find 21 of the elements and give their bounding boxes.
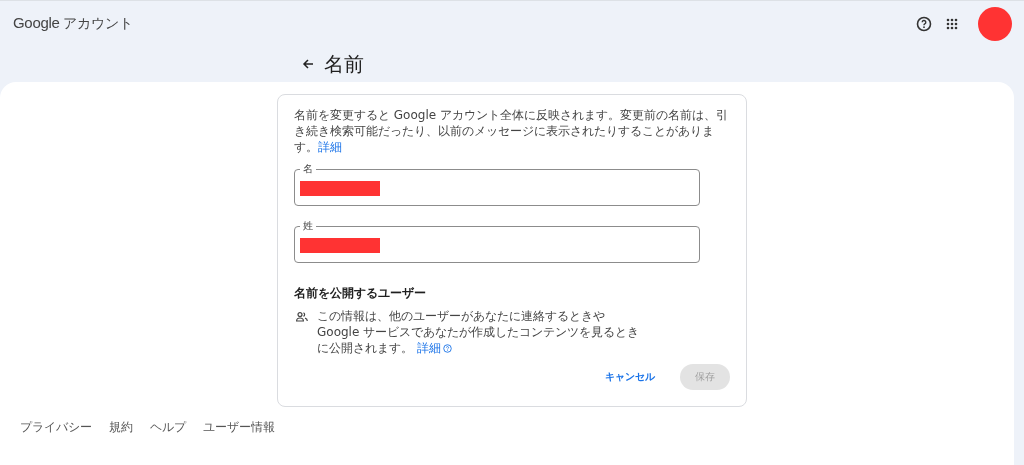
avatar[interactable] bbox=[978, 6, 1012, 41]
footer-link[interactable]: 規約 bbox=[109, 419, 133, 436]
apps-grid-icon[interactable] bbox=[946, 17, 958, 30]
help-icon[interactable] bbox=[916, 15, 932, 32]
product-name: アカウント bbox=[62, 15, 133, 33]
learn-more-link[interactable]: 詳細 bbox=[416, 341, 452, 355]
help-circle-icon[interactable] bbox=[442, 344, 452, 353]
footer-link[interactable]: ヘルプ bbox=[150, 419, 186, 436]
footer-link[interactable]: ユーザー情報 bbox=[203, 419, 275, 436]
section-heading: 名前を公開するユーザー bbox=[294, 285, 427, 302]
intro-text: 名前を変更すると Google アカウント全体に反映されます。変更前の名前は、引き続き検索可能だったり、以前のメッセージに表示されたりすることがあります。詳細 bbox=[294, 107, 729, 155]
people-icon bbox=[296, 312, 308, 322]
back-arrow-icon[interactable] bbox=[302, 58, 314, 70]
cancel-button[interactable]: キャンセル bbox=[592, 364, 668, 390]
visibility-description: この情報は、他のユーザーがあなたに連絡するときや Google サービスであなたが作成したコンテンツを見るときに公開されます。 詳細 bbox=[317, 308, 641, 356]
field-label: 名 bbox=[300, 163, 316, 174]
footer-link[interactable]: プライバシー bbox=[20, 419, 92, 436]
page-title: 名前 bbox=[324, 50, 364, 78]
learn-more-link[interactable]: 詳細 bbox=[318, 140, 342, 154]
field-label: 姓 bbox=[300, 220, 316, 231]
google-logo[interactable]: Google bbox=[13, 14, 60, 31]
